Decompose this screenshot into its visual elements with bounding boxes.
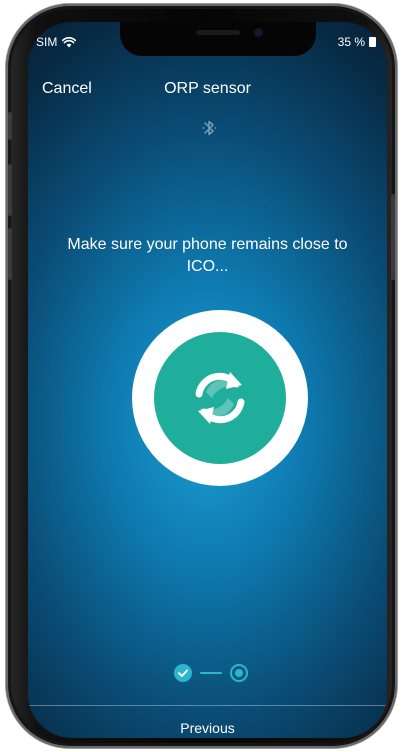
carrier-label: SIM xyxy=(36,35,58,49)
bluetooth-icon xyxy=(202,120,217,136)
footer-divider xyxy=(28,705,387,706)
app-screen: SIM 35 % Cancel ORP sensor Make sure you… xyxy=(28,22,387,738)
silent-switch xyxy=(8,112,12,140)
status-bar-right: 35 % xyxy=(338,35,379,49)
phone-frame: SIM 35 % Cancel ORP sensor Make sure you… xyxy=(6,4,397,748)
power-button xyxy=(391,194,395,280)
status-bar-left: SIM xyxy=(36,35,77,49)
progress-steps xyxy=(174,664,248,682)
sync-icon xyxy=(195,372,245,424)
check-icon xyxy=(178,669,188,677)
battery-icon xyxy=(369,37,379,47)
sync-status-circle xyxy=(154,332,286,464)
front-camera xyxy=(254,28,263,37)
notch xyxy=(120,22,316,56)
previous-button[interactable]: Previous xyxy=(28,720,387,736)
step-connector xyxy=(200,672,222,674)
speaker-grille xyxy=(196,30,240,35)
wifi-icon xyxy=(62,36,77,47)
volume-down-button xyxy=(8,228,12,280)
battery-percent: 35 % xyxy=(337,35,365,49)
step-1-complete xyxy=(174,664,192,682)
sync-status-ring xyxy=(132,310,308,486)
instruction-message: Make sure your phone remains close to IC… xyxy=(67,236,348,275)
cancel-button[interactable]: Cancel xyxy=(42,80,92,98)
step-2-current xyxy=(230,664,248,682)
volume-up-button xyxy=(8,164,12,216)
